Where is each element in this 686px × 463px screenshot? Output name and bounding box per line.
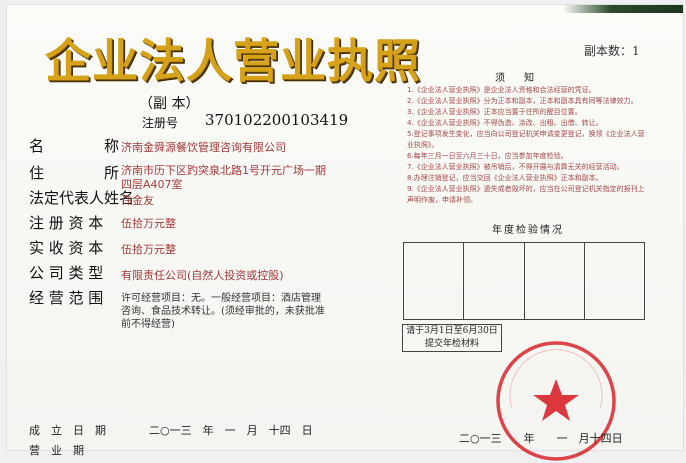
notice-item: 9.《企业法人营业执照》遗失或者毁坏的，应当在公司登记机关指定的报刊上声明作废，… [407,185,645,204]
notice-item: 2.《企业法人营业执照》分为正本和副本，正本和副本具有同等法律效力。 [407,97,638,105]
notice-item: 7.《企业法人营业执照》被吊销后，不得开展与清算无关的经营活动。 [407,163,624,171]
registration-number: 370102200103419 [205,111,349,129]
notice-item: 3.《企业法人营业执照》正本应当置于住所的醒目位置。 [407,108,582,116]
inspection-reminder-stamp: 请于3月1日至6月30日 提交年检材料 [402,324,502,352]
established-label: 成 立 日 期 [29,424,106,437]
stamp-line-2: 提交年检材料 [424,339,479,349]
stamp-line-1: 请于3月1日至6月30日 [406,326,498,336]
copy-number: 副本数：1 [584,44,640,58]
field-label-legal-rep: 法定代表人姓名 [29,189,135,207]
field-value-address: 济南市历下区趵突泉北路1号开元广场一期四层A407室 [121,164,326,191]
field-value-legal-rep: 许金友 [121,194,154,207]
field-label-company-type: 公 司 类 型 [29,264,104,282]
registration-label: 注册号 [142,116,179,130]
notice-item: 8.办理注销登记，应当交回《企业法人营业执照》正本和副本。 [407,174,603,182]
notice-list: 1.《企业法人营业执照》是企业法人资格和合法经营的凭证。 2.《企业法人营业执照… [407,85,647,206]
copy-label: （副 本） [139,96,200,112]
notice-item: 4.《企业法人营业执照》不得伪造、涂改、出租、出借、转让。 [407,119,603,127]
inspection-cell [404,243,463,319]
inspection-cell [463,243,523,319]
annual-inspection-title: 年度检验情况 [492,225,564,236]
annual-inspection-grid [403,242,645,320]
issue-date: 二○一三 年 一 月十四日 [459,432,623,445]
field-label-business-scope: 经 营 范 围 [29,289,104,307]
field-label-address: 住 所 [29,164,120,182]
field-label-name: 名 称 [29,137,120,155]
notice-title: 须 知 [495,73,543,84]
field-value-business-scope: 许可经营项目：无。一般经营项目：酒店管理咨询、食品技术转让。(须经审批的，未获批… [121,293,325,330]
notice-item: 6.每年三月一日至六月三十日，应当参加年度检验。 [407,152,568,160]
notice-item: 5.登记事项发生变化，应当向公司登记机关申请变更登记，换领《企业法人营业执照》。 [407,130,645,149]
license-sheet: 企业法人营业执照 （副 本） 副本数：1 注册号 370102200103419… [6,4,684,461]
notice-item: 1.《企业法人营业执照》是企业法人资格和合法经营的凭证。 [407,86,596,94]
field-value-paid-capital: 伍拾万元整 [121,243,176,256]
inspection-cell [583,243,644,319]
field-value-name: 济南金舜源餐饮管理咨询有限公司 [121,141,286,154]
established-value: 二○一三 年 一 月 十四 日 [149,424,313,437]
field-label-paid-capital: 实 收 资 本 [29,239,104,257]
background-strip [563,5,683,13]
document-title: 企业法人营业执照 [45,34,421,88]
field-value-reg-capital: 伍拾万元整 [121,217,176,230]
term-label: 营 业 期 [29,444,84,457]
field-value-company-type: 有限责任公司(自然人投资或控股) [121,269,284,282]
field-label-reg-capital: 注 册 资 本 [29,214,104,232]
inspection-cell [523,243,584,319]
